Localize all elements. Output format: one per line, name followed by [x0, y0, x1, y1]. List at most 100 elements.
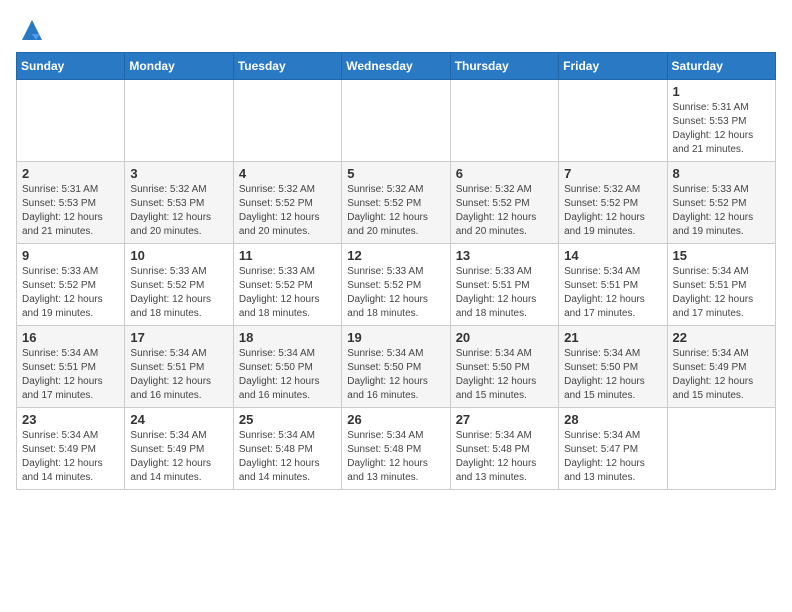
day-info: Sunrise: 5:34 AM Sunset: 5:49 PM Dayligh… [22, 429, 119, 485]
day-info: Sunrise: 5:34 AM Sunset: 5:47 PM Dayligh… [564, 429, 661, 485]
day-number: 9 [22, 248, 119, 263]
calendar-cell: 15 Sunrise: 5:34 AM Sunset: 5:51 PM Dayli… [667, 244, 775, 326]
day-number: 1 [673, 84, 770, 99]
day-info: Sunrise: 5:34 AM Sunset: 5:48 PM Dayligh… [456, 429, 553, 485]
day-number: 14 [564, 248, 661, 263]
day-info: Sunrise: 5:32 AM Sunset: 5:53 PM Dayligh… [130, 183, 227, 239]
calendar-cell [667, 408, 775, 490]
day-number: 23 [22, 412, 119, 427]
calendar-cell: 17Sunrise: 5:34 AM Sunset: 5:51 PM Dayli… [125, 326, 233, 408]
day-number: 13 [456, 248, 553, 263]
header-day-thursday: Thursday [450, 53, 558, 80]
calendar-cell: 5 Sunrise: 5:32 AM Sunset: 5:52 PM Daylig… [342, 162, 450, 244]
day-number: 17 [130, 330, 227, 345]
week-row-3: 16 Sunrise: 5:34 AM Sunset: 5:51 PM Dayli… [17, 326, 776, 408]
day-info: Sunrise: 5:34 AM Sunset: 5:50 PM Dayligh… [456, 347, 553, 403]
calendar-header: SundayMondayTuesdayWednesdayThursdayFrid… [17, 53, 776, 80]
calendar-cell: 8 Sunrise: 5:33 AM Sunset: 5:52 PM Daylig… [667, 162, 775, 244]
calendar-cell: 18 Sunrise: 5:34 AM Sunset: 5:50 PM Dayli… [233, 326, 341, 408]
calendar-cell: 1 Sunrise: 5:31 AM Sunset: 5:53 PM Daylig… [667, 80, 775, 162]
header-day-monday: Monday [125, 53, 233, 80]
calendar: SundayMondayTuesdayWednesdayThursdayFrid… [16, 52, 776, 490]
calendar-cell: 11Sunrise: 5:33 AM Sunset: 5:52 PM Dayli… [233, 244, 341, 326]
calendar-cell: 14 Sunrise: 5:34 AM Sunset: 5:51 PM Dayli… [559, 244, 667, 326]
day-number: 3 [130, 166, 227, 181]
day-number: 8 [673, 166, 770, 181]
calendar-cell: 4 Sunrise: 5:32 AM Sunset: 5:52 PM Daylig… [233, 162, 341, 244]
calendar-cell: 22 Sunrise: 5:34 AM Sunset: 5:49 PM Dayli… [667, 326, 775, 408]
day-number: 12 [347, 248, 444, 263]
calendar-cell: 6 Sunrise: 5:32 AM Sunset: 5:52 PM Daylig… [450, 162, 558, 244]
week-row-0: 1 Sunrise: 5:31 AM Sunset: 5:53 PM Daylig… [17, 80, 776, 162]
day-info: Sunrise: 5:34 AM Sunset: 5:49 PM Dayligh… [130, 429, 227, 485]
calendar-cell: 16 Sunrise: 5:34 AM Sunset: 5:51 PM Dayli… [17, 326, 125, 408]
header-day-wednesday: Wednesday [342, 53, 450, 80]
calendar-cell: 2 Sunrise: 5:31 AM Sunset: 5:53 PM Daylig… [17, 162, 125, 244]
calendar-cell: 21 Sunrise: 5:34 AM Sunset: 5:50 PM Dayli… [559, 326, 667, 408]
day-info: Sunrise: 5:34 AM Sunset: 5:51 PM Dayligh… [22, 347, 119, 403]
day-info: Sunrise: 5:32 AM Sunset: 5:52 PM Dayligh… [239, 183, 336, 239]
day-info: Sunrise: 5:34 AM Sunset: 5:48 PM Dayligh… [347, 429, 444, 485]
day-number: 7 [564, 166, 661, 181]
calendar-cell: 9 Sunrise: 5:33 AM Sunset: 5:52 PM Daylig… [17, 244, 125, 326]
calendar-cell [233, 80, 341, 162]
calendar-cell: 20 Sunrise: 5:34 AM Sunset: 5:50 PM Dayli… [450, 326, 558, 408]
day-number: 11 [239, 248, 336, 263]
day-info: Sunrise: 5:34 AM Sunset: 5:50 PM Dayligh… [564, 347, 661, 403]
calendar-cell: 12 Sunrise: 5:33 AM Sunset: 5:52 PM Dayli… [342, 244, 450, 326]
day-number: 26 [347, 412, 444, 427]
day-number: 27 [456, 412, 553, 427]
calendar-cell: 24 Sunrise: 5:34 AM Sunset: 5:49 PM Dayli… [125, 408, 233, 490]
day-number: 22 [673, 330, 770, 345]
calendar-cell: 23 Sunrise: 5:34 AM Sunset: 5:49 PM Dayli… [17, 408, 125, 490]
day-info: Sunrise: 5:34 AM Sunset: 5:51 PM Dayligh… [564, 265, 661, 321]
day-info: Sunrise: 5:34 AM Sunset: 5:50 PM Dayligh… [347, 347, 444, 403]
day-number: 25 [239, 412, 336, 427]
day-number: 10 [130, 248, 227, 263]
day-info: Sunrise: 5:34 AM Sunset: 5:50 PM Dayligh… [239, 347, 336, 403]
day-info: Sunrise: 5:33 AM Sunset: 5:51 PM Dayligh… [456, 265, 553, 321]
calendar-cell: 25 Sunrise: 5:34 AM Sunset: 5:48 PM Dayli… [233, 408, 341, 490]
calendar-cell: 27 Sunrise: 5:34 AM Sunset: 5:48 PM Dayli… [450, 408, 558, 490]
calendar-cell [450, 80, 558, 162]
day-info: Sunrise: 5:34 AM Sunset: 5:48 PM Dayligh… [239, 429, 336, 485]
day-info: Sunrise: 5:32 AM Sunset: 5:52 PM Dayligh… [456, 183, 553, 239]
week-row-2: 9 Sunrise: 5:33 AM Sunset: 5:52 PM Daylig… [17, 244, 776, 326]
day-number: 5 [347, 166, 444, 181]
day-info: Sunrise: 5:33 AM Sunset: 5:52 PM Dayligh… [130, 265, 227, 321]
calendar-cell [17, 80, 125, 162]
calendar-cell: 7Sunrise: 5:32 AM Sunset: 5:52 PM Daylig… [559, 162, 667, 244]
day-info: Sunrise: 5:31 AM Sunset: 5:53 PM Dayligh… [673, 101, 770, 157]
day-info: Sunrise: 5:31 AM Sunset: 5:53 PM Dayligh… [22, 183, 119, 239]
calendar-cell: 10 Sunrise: 5:33 AM Sunset: 5:52 PM Dayli… [125, 244, 233, 326]
day-number: 24 [130, 412, 227, 427]
header [16, 16, 776, 44]
header-day-tuesday: Tuesday [233, 53, 341, 80]
day-number: 2 [22, 166, 119, 181]
week-row-1: 2 Sunrise: 5:31 AM Sunset: 5:53 PM Daylig… [17, 162, 776, 244]
calendar-cell [559, 80, 667, 162]
header-day-saturday: Saturday [667, 53, 775, 80]
day-info: Sunrise: 5:32 AM Sunset: 5:52 PM Dayligh… [347, 183, 444, 239]
logo [16, 16, 46, 44]
day-number: 4 [239, 166, 336, 181]
calendar-cell: 28 Sunrise: 5:34 AM Sunset: 5:47 PM Dayli… [559, 408, 667, 490]
day-number: 16 [22, 330, 119, 345]
day-number: 20 [456, 330, 553, 345]
day-info: Sunrise: 5:34 AM Sunset: 5:51 PM Dayligh… [673, 265, 770, 321]
header-day-sunday: Sunday [17, 53, 125, 80]
day-info: Sunrise: 5:34 AM Sunset: 5:49 PM Dayligh… [673, 347, 770, 403]
calendar-body: 1 Sunrise: 5:31 AM Sunset: 5:53 PM Daylig… [17, 80, 776, 490]
calendar-cell: 13 Sunrise: 5:33 AM Sunset: 5:51 PM Dayli… [450, 244, 558, 326]
day-number: 18 [239, 330, 336, 345]
day-number: 19 [347, 330, 444, 345]
day-number: 15 [673, 248, 770, 263]
day-number: 28 [564, 412, 661, 427]
day-info: Sunrise: 5:33 AM Sunset: 5:52 PM Dayligh… [22, 265, 119, 321]
day-number: 21 [564, 330, 661, 345]
day-info: Sunrise: 5:33 AM Sunset: 5:52 PM Dayligh… [347, 265, 444, 321]
day-number: 6 [456, 166, 553, 181]
day-info: Sunrise: 5:33 AM Sunset: 5:52 PM Dayligh… [673, 183, 770, 239]
calendar-cell: 26 Sunrise: 5:34 AM Sunset: 5:48 PM Dayli… [342, 408, 450, 490]
calendar-cell [342, 80, 450, 162]
